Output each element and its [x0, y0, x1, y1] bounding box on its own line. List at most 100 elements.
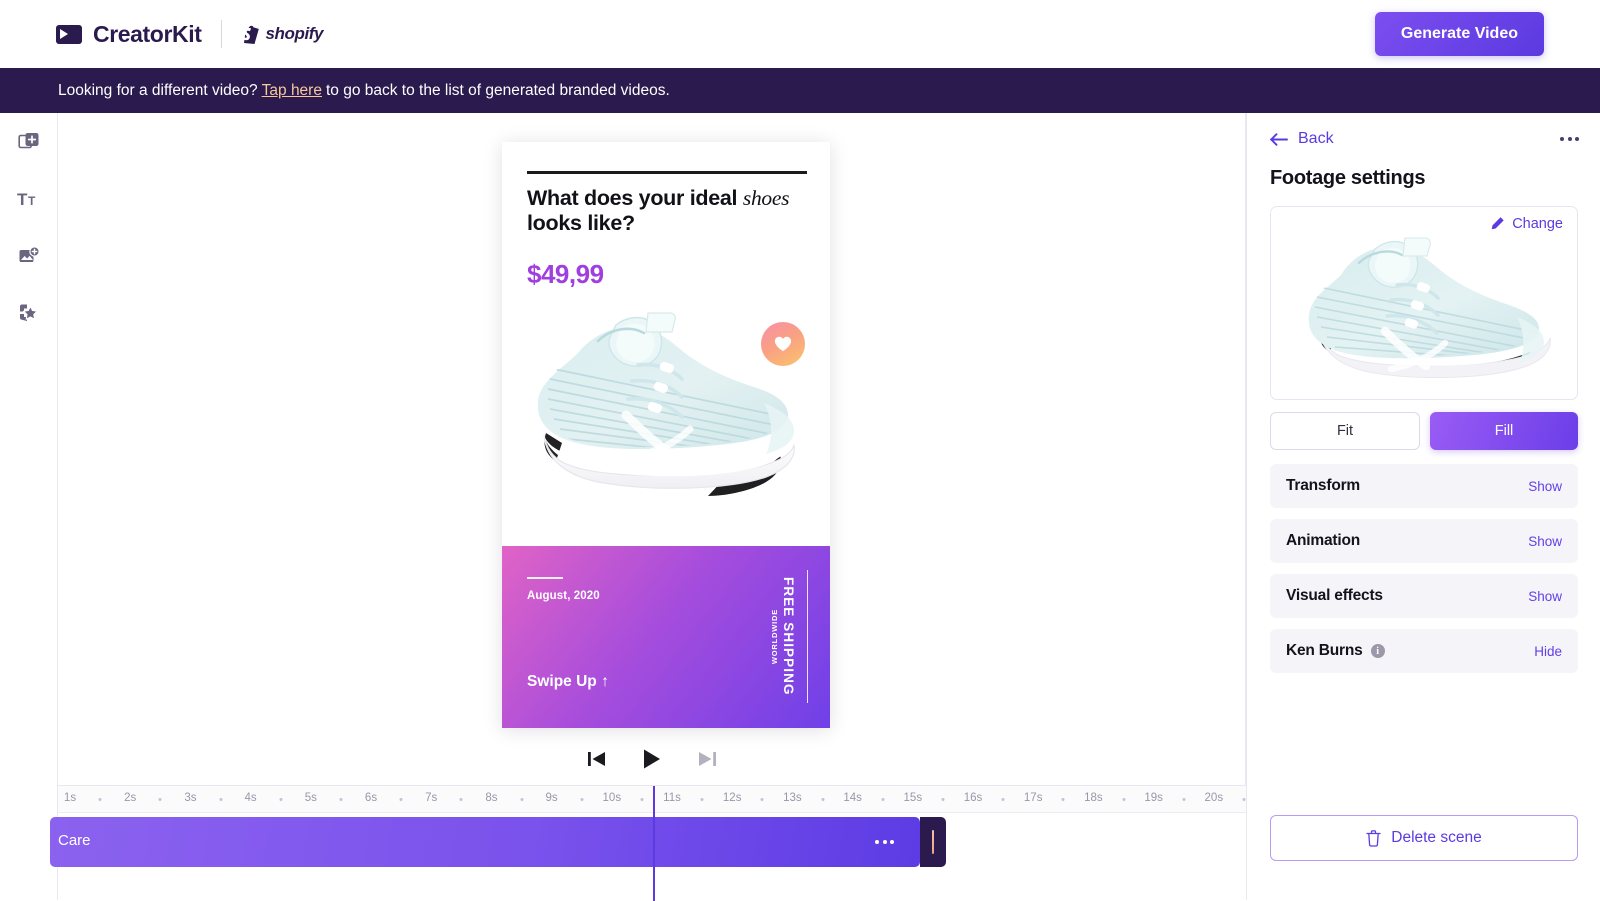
banner-text-after: to go back to the list of generated bran… — [325, 81, 670, 99]
ruler-tick: 6s — [364, 792, 378, 804]
back-button[interactable]: Back — [1270, 130, 1334, 148]
skip-to-start-button[interactable] — [586, 749, 608, 769]
skip-to-end-button[interactable] — [696, 749, 718, 769]
fit-button[interactable]: Fit — [1270, 412, 1420, 450]
banner-tap-here-link[interactable]: Tap here — [262, 82, 322, 100]
creatorkit-logo-icon — [56, 24, 82, 44]
product-shoe-image — [537, 312, 795, 496]
ruler-tick: 12s — [722, 792, 742, 804]
text-icon: T T — [17, 190, 36, 209]
rail-item-effects[interactable] — [0, 284, 58, 341]
clip-trim-handle-right[interactable] — [920, 817, 946, 867]
ruler-tick: 16s — [963, 792, 983, 804]
ruler-tick: 4s — [244, 792, 257, 804]
settings-section-toggle[interactable]: Show — [1528, 534, 1562, 549]
ruler-tick: 1s — [63, 792, 77, 804]
ruler-tick: 15s — [903, 792, 923, 804]
brand-divider — [221, 20, 223, 48]
date-rule — [527, 577, 563, 579]
top-bar: CreatorKit shopify Generate Video — [0, 0, 1600, 68]
ruler-subtick — [520, 798, 523, 801]
timeline-ruler[interactable]: 1s 2s 3s 4s 5s 6s 7s 8s 9s 10s 11s 12s 13s 14s 15s 16s 1… — [58, 786, 1246, 813]
ruler-subtick — [339, 798, 343, 801]
headline-part-1: What does your ideal — [527, 186, 743, 210]
change-footage-button[interactable]: Change — [1478, 207, 1577, 240]
ruler-tick: 3s — [184, 792, 197, 804]
ruler-subtick — [459, 798, 463, 801]
fill-button[interactable]: Fill — [1430, 412, 1578, 450]
trash-icon — [1366, 829, 1381, 847]
delete-scene-button[interactable]: Delete scene — [1270, 815, 1578, 861]
ruler-tick: 20s — [1204, 792, 1224, 804]
ruler-tick: 9s — [545, 792, 558, 804]
play-icon — [644, 749, 660, 769]
ruler-subtick — [1001, 798, 1005, 801]
ruler-tick: 2s — [124, 792, 137, 804]
settings-section-toggle[interactable]: Show — [1528, 589, 1562, 604]
shipping-sub-label: WORLDWIDE — [770, 608, 779, 665]
ruler-subtick — [399, 798, 403, 801]
ruler-subtick — [1242, 798, 1246, 801]
headline-rule — [527, 171, 807, 174]
headline-italic-word: shoes — [742, 186, 790, 210]
timeline-clip-care[interactable]: Care — [50, 817, 920, 867]
left-tool-rail: T T — [0, 113, 58, 900]
preview-upper-section: What does your ideal shoes looks like? $4… — [502, 142, 830, 546]
panel-title: Footage settings — [1270, 167, 1426, 189]
clip-label: Care — [58, 832, 91, 849]
ruler-tick: 10s — [602, 792, 622, 804]
play-button[interactable] — [642, 748, 662, 770]
clip-menu-button[interactable] — [875, 840, 894, 844]
skip-back-icon — [588, 752, 605, 766]
timeline[interactable]: 1s 2s 3s 4s 5s 6s 7s 8s 9s 10s 11s 12s 13s 14s 15s 16s 1… — [50, 785, 1246, 901]
ruler-subtick — [1122, 798, 1125, 801]
pencil-icon — [1491, 217, 1504, 230]
settings-section-row[interactable]: Ken Burns i Hide — [1270, 629, 1578, 673]
rail-item-add-scene[interactable] — [0, 113, 58, 170]
delete-scene-label: Delete scene — [1391, 829, 1482, 846]
ruler-tick: 7s — [425, 792, 438, 804]
settings-section-row[interactable]: Visual effects Show — [1270, 574, 1578, 618]
banner-text-before: Looking for a different video? — [58, 81, 258, 99]
settings-section-label: Ken Burns — [1286, 642, 1363, 659]
shipping-main-label: FREE SHIPPING — [781, 577, 796, 696]
ruler-tick: 8s — [485, 792, 498, 804]
settings-section-label: Visual effects — [1286, 587, 1383, 604]
rail-item-text[interactable]: T T — [0, 170, 58, 227]
effects-star-icon — [19, 304, 38, 321]
playhead[interactable] — [653, 786, 655, 901]
panel-more-menu-button[interactable] — [1560, 137, 1579, 141]
preview-headline: What does your ideal shoes looks like? — [527, 186, 803, 235]
settings-section-toggle[interactable]: Hide — [1534, 644, 1562, 659]
back-button-label: Back — [1298, 130, 1334, 147]
arrow-left-icon — [1270, 132, 1288, 146]
shopify-wordmark: shopify — [265, 24, 324, 43]
preview-price: $49,99 — [527, 259, 604, 289]
generate-video-button[interactable]: Generate Video — [1374, 12, 1544, 56]
ruler-subtick — [98, 798, 102, 801]
ruler-tick: 19s — [1144, 792, 1163, 804]
ruler-subtick — [158, 798, 162, 801]
ruler-tick: 5s — [304, 792, 317, 804]
rail-item-add-image[interactable] — [0, 227, 58, 284]
info-icon[interactable]: i — [1370, 644, 1385, 658]
fit-fill-group: Fit Fill — [1270, 412, 1578, 450]
ruler-subtick — [1182, 798, 1186, 801]
video-preview-card[interactable]: What does your ideal shoes looks like? $4… — [502, 142, 830, 728]
add-image-icon — [19, 245, 40, 262]
ruler-subtick — [700, 798, 704, 801]
ruler-tick: 14s — [843, 792, 862, 804]
brand-lockup: CreatorKit shopify — [56, 20, 324, 48]
info-banner: Looking for a different video? Tap here … — [0, 68, 1600, 113]
ruler-subtick — [580, 798, 584, 801]
headline-part-2: looks like? — [527, 210, 635, 235]
settings-section-row[interactable]: Transform Show — [1270, 464, 1578, 508]
footage-thumbnail: Change — [1270, 206, 1578, 400]
brand-name: CreatorKit — [93, 20, 202, 47]
settings-section-label: Animation — [1286, 532, 1360, 549]
settings-section-toggle[interactable]: Show — [1528, 479, 1562, 494]
ruler-subtick — [279, 798, 283, 801]
timeline-track[interactable]: Care — [50, 813, 1246, 875]
preview-date: August, 2020 — [527, 590, 600, 602]
settings-section-row[interactable]: Animation Show — [1270, 519, 1578, 563]
